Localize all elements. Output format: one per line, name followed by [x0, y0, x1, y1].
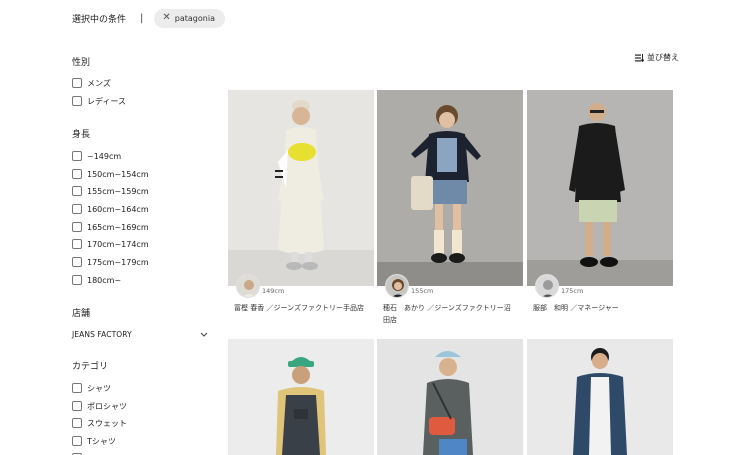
filter-option-category-0[interactable]: シャツ [72, 381, 111, 395]
checkbox[interactable] [72, 78, 82, 88]
store-select-value: JEANS FACTORY [72, 329, 132, 339]
staff-height: 149cm [262, 287, 285, 295]
filter-option-height-5[interactable]: 170cm~174cm [72, 237, 149, 251]
gender-filter-title: 性別 [72, 58, 91, 68]
checkbox[interactable] [72, 239, 82, 249]
coordinate-card[interactable] [228, 339, 374, 455]
filter-option-label: 160cm~164cm [87, 204, 149, 214]
condition-chip-label: patagonia [174, 13, 215, 23]
staff-name[interactable]: 冨樫 春香 ／ジーンズファクトリー手品店 [234, 302, 380, 314]
store-select[interactable]: JEANS FACTORY [72, 327, 208, 341]
filter-option-label: シャツ [87, 383, 111, 393]
checkbox[interactable] [72, 186, 82, 196]
coordinate-photo[interactable] [527, 90, 673, 286]
filter-option-ladies[interactable]: レディース [72, 94, 126, 108]
checkbox[interactable] [72, 436, 82, 446]
condition-chip-patagonia[interactable]: ✕ patagonia [154, 8, 225, 28]
sort-button[interactable]: 並び替え [635, 52, 679, 63]
selected-conditions-label: 選択中の条件 [72, 14, 127, 25]
coordinate-photo[interactable] [228, 339, 374, 455]
filter-option-height-2[interactable]: 155cm~159cm [72, 184, 149, 198]
sort-icon [635, 53, 644, 62]
checkbox[interactable] [72, 257, 82, 267]
filter-option-label: 170cm~174cm [87, 239, 149, 249]
coordinate-card[interactable] [377, 339, 523, 455]
filter-option-label: 165cm~169cm [87, 222, 149, 232]
checkbox[interactable] [72, 204, 82, 214]
coordinate-card[interactable]: 155cm 穂石 あかり ／ジーンズファクトリー沼田店 [377, 90, 523, 330]
chevron-down-icon [200, 332, 208, 337]
sort-label: 並び替え [647, 53, 679, 62]
filter-option-label: スウェット [87, 418, 127, 428]
checkbox[interactable] [72, 383, 82, 393]
filter-option-label: ポロシャツ [87, 401, 127, 411]
filter-option-height-6[interactable]: 175cm~179cm [72, 255, 149, 269]
filter-option-height-0[interactable]: ~149cm [72, 149, 121, 163]
staff-avatar[interactable] [385, 274, 409, 298]
selected-conditions-bar: 選択中の条件 | ✕ patagonia [72, 8, 225, 28]
filter-option-label: ~149cm [87, 151, 122, 161]
staff-height: 155cm [411, 287, 434, 295]
filter-option-category-1[interactable]: ポロシャツ [72, 399, 127, 413]
filter-option-height-3[interactable]: 160cm~164cm [72, 202, 149, 216]
filter-option-height-4[interactable]: 165cm~169cm [72, 220, 149, 234]
checkbox[interactable] [72, 418, 82, 428]
filter-option-label: Tシャツ [87, 436, 116, 446]
coordinate-photo[interactable] [527, 339, 673, 455]
checkbox[interactable] [72, 169, 82, 179]
staff-height: 175cm [561, 287, 584, 295]
checkbox[interactable] [72, 275, 82, 285]
close-icon[interactable]: ✕ [162, 13, 170, 23]
filter-option-category-3[interactable]: Tシャツ [72, 434, 116, 448]
store-filter-title: 店舗 [72, 309, 91, 319]
coordinate-card[interactable] [527, 339, 673, 455]
filter-option-label: 175cm~179cm [87, 257, 149, 267]
staff-name[interactable]: 服部 和明 ／マネージャー [533, 302, 679, 314]
coordinate-photo[interactable] [377, 339, 523, 455]
staff-avatar[interactable] [236, 274, 260, 298]
height-filter-title: 身長 [72, 130, 91, 140]
checkbox[interactable] [72, 96, 82, 106]
filter-option-label: 155cm~159cm [87, 186, 149, 196]
filter-option-category-4[interactable] [72, 451, 87, 455]
coordinate-card[interactable]: 149cm 冨樫 春香 ／ジーンズファクトリー手品店 [228, 90, 374, 330]
separator: | [140, 12, 144, 24]
filter-option-height-1[interactable]: 150cm~154cm [72, 167, 149, 181]
filter-option-height-7[interactable]: 180cm~ [72, 273, 121, 287]
filter-option-label: 180cm~ [87, 275, 122, 285]
filter-option-mens[interactable]: メンズ [72, 76, 111, 90]
filter-option-category-2[interactable]: スウェット [72, 416, 127, 430]
coordinate-photo[interactable] [228, 90, 374, 286]
checkbox[interactable] [72, 222, 82, 232]
category-filter-title: カテゴリ [72, 362, 109, 372]
filter-option-label: レディース [87, 96, 127, 106]
staff-name[interactable]: 穂石 あかり ／ジーンズファクトリー沼田店 [383, 302, 517, 326]
staff-avatar[interactable] [535, 274, 559, 298]
coordinate-photo[interactable] [377, 90, 523, 286]
checkbox[interactable] [72, 401, 82, 411]
coordinate-card[interactable]: 175cm 服部 和明 ／マネージャー [527, 90, 673, 330]
filter-option-label: 150cm~154cm [87, 169, 149, 179]
checkbox[interactable] [72, 151, 82, 161]
filter-option-label: メンズ [87, 78, 111, 88]
